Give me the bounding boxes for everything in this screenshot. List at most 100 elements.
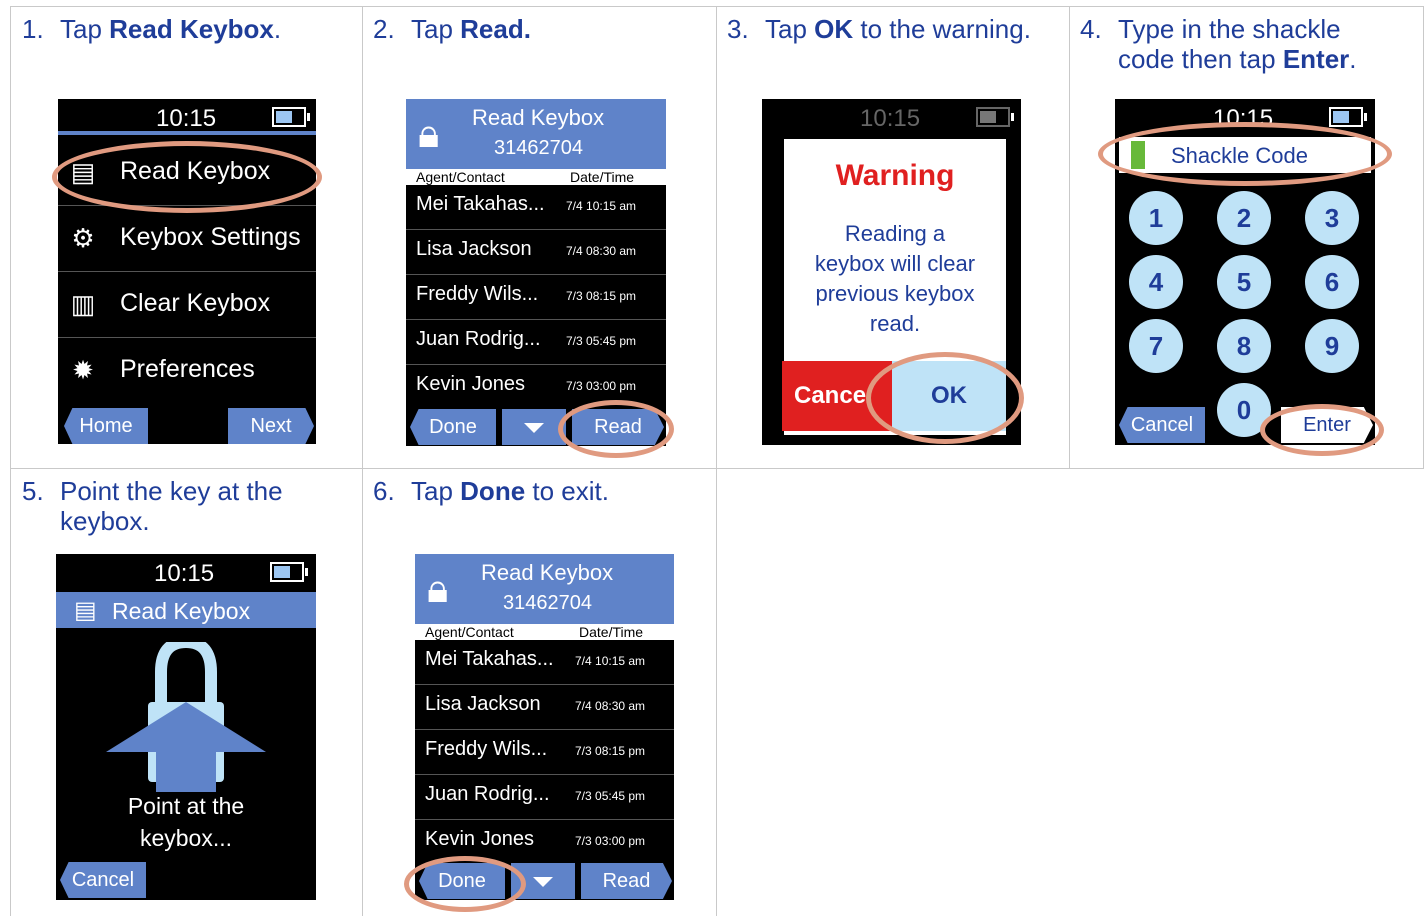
step-number: 1. — [22, 14, 44, 44]
menu-item-read-keybox[interactable]: ▤ Read Keybox — [58, 139, 316, 206]
point-message: Point at the keybox... — [56, 790, 316, 854]
keypad-key-3[interactable]: 3 — [1305, 191, 1359, 245]
step-text-line-2: code then tap Enter. — [1118, 44, 1357, 74]
table-row[interactable]: Mei Takahas... 7/4 10:15 am — [406, 185, 666, 230]
row-date: 7/4 10:15 am — [575, 654, 646, 668]
enter-button[interactable]: Enter — [1281, 407, 1373, 443]
table-row[interactable]: Lisa Jackson 7/4 08:30 am — [406, 230, 666, 275]
scroll-down-button[interactable] — [511, 863, 575, 899]
warning-title: Warning — [835, 159, 955, 192]
step-text-post: to exit. — [525, 476, 609, 506]
table-row[interactable]: Kevin Jones 7/3 03:00 pm — [415, 820, 674, 864]
table-row[interactable]: Freddy Wils... 7/3 08:15 pm — [406, 275, 666, 320]
step-text-bold: Enter — [1282, 44, 1350, 74]
keypad-key-9[interactable]: 9 — [1305, 319, 1359, 373]
menu-item-label: Clear Keybox — [120, 289, 271, 317]
table-row[interactable]: Juan Rodrig... 7/3 05:45 pm — [406, 320, 666, 365]
clock: 10:15 — [156, 105, 217, 132]
warning-line: read. — [869, 311, 921, 336]
read-button[interactable]: Read — [581, 863, 672, 899]
scroll-down-button[interactable] — [502, 409, 566, 445]
step-text: Tap Done to exit. — [411, 476, 609, 506]
menu-item-preferences[interactable]: ✹ Preferences — [58, 337, 316, 403]
shackle-code-field[interactable]: Shackle Code — [1119, 137, 1371, 173]
done-button[interactable]: Done — [419, 863, 505, 899]
col-agent-header: Agent/Contact — [416, 169, 505, 185]
row-date: 7/3 08:15 pm — [575, 744, 646, 758]
step-text-bold: OK — [814, 14, 854, 44]
read-button[interactable]: Read — [572, 409, 664, 445]
step-text-post: to the warning. — [853, 14, 1031, 44]
keypad-key-1[interactable]: 1 — [1129, 191, 1183, 245]
grid-col-line-2 — [716, 6, 717, 916]
menu-item-clear-keybox[interactable]: ▥ Clear Keybox — [58, 271, 316, 338]
warning-line: Reading a — [844, 221, 946, 246]
padlock-list-icon: 🔒︎ — [418, 112, 440, 156]
grid-col-line-1 — [362, 6, 363, 916]
trash-icon: ▥ — [70, 289, 96, 319]
row-name: Mei Takahas... — [425, 648, 554, 670]
screen-point-at-keybox: 10:15 ▤ Read Keybox Point at the keybox.… — [56, 554, 316, 900]
screen-read-keybox-done: 🔒︎ Read Keybox 31462704 Agent/Contact Da… — [415, 554, 674, 900]
table-row[interactable]: Juan Rodrig... 7/3 05:45 pm — [415, 775, 674, 820]
cancel-button[interactable]: Cancel — [60, 862, 146, 898]
warning-message: Reading a keybox will clear previous key… — [784, 219, 1006, 339]
keypad-key-8[interactable]: 8 — [1217, 319, 1271, 373]
step-text-pre: Tap — [765, 14, 815, 44]
cancel-button[interactable]: Cance — [782, 361, 892, 431]
row-date: 7/3 05:45 pm — [575, 789, 646, 803]
cancel-button[interactable]: Cancel — [1119, 407, 1205, 443]
gear-icon: ✹ — [72, 355, 94, 385]
screen-shackle-keypad: 10:15 Shackle Code 1 2 3 4 5 6 7 8 9 0 C… — [1115, 99, 1375, 445]
step-text-line-1: Point the key at the — [60, 476, 283, 506]
row-name: Lisa Jackson — [425, 693, 541, 715]
table-row[interactable]: Lisa Jackson 7/4 08:30 am — [415, 685, 674, 730]
keypad-key-0[interactable]: 0 — [1217, 383, 1271, 437]
row-date: 7/4 08:30 am — [575, 699, 646, 713]
keypad-key-2[interactable]: 2 — [1217, 191, 1271, 245]
step-text-pre: code then tap — [1118, 44, 1283, 74]
ok-button[interactable]: OK — [892, 361, 1006, 431]
grid-middle-line — [10, 468, 1424, 469]
keypad-key-4[interactable]: 4 — [1129, 255, 1183, 309]
menu-item-keybox-settings[interactable]: ⚙ Keybox Settings — [58, 205, 316, 272]
up-arrow-icon — [106, 702, 266, 792]
screen-read-keybox-list: 🔒︎ Read Keybox 31462704 Agent/Contact Da… — [406, 99, 666, 446]
chevron-down-icon — [533, 876, 553, 887]
column-headers: Agent/Contact Date/Time — [406, 169, 666, 185]
header-title: Read Keybox — [481, 560, 614, 585]
keypad-key-7[interactable]: 7 — [1129, 319, 1183, 373]
header-serial: 31462704 — [503, 592, 592, 614]
row-date: 7/4 08:30 am — [566, 244, 637, 258]
keypad-key-5[interactable]: 5 — [1217, 255, 1271, 309]
read-keybox-header: 🔒︎ Read Keybox 31462704 — [415, 554, 674, 624]
key-pointing-icon — [106, 642, 266, 792]
home-button[interactable]: Home — [64, 408, 148, 444]
row-name: Juan Rodrig... — [416, 328, 541, 350]
step-number: 2. — [373, 14, 395, 44]
keypad-key-6[interactable]: 6 — [1305, 255, 1359, 309]
table-row[interactable]: Kevin Jones 7/3 03:00 pm — [406, 365, 666, 409]
row-date: 7/3 08:15 pm — [566, 289, 637, 303]
step-text: Tap Read. — [411, 14, 531, 44]
warning-line: previous keybox — [815, 281, 975, 306]
keybox-list-icon: ▤ — [74, 597, 97, 624]
table-row[interactable]: Mei Takahas... 7/4 10:15 am — [415, 640, 674, 685]
step-text: Tap OK to the warning. — [765, 14, 1031, 44]
table-row[interactable]: Freddy Wils... 7/3 08:15 pm — [415, 730, 674, 775]
step-text-bold: Read. — [460, 14, 531, 44]
step-text-pre: Tap — [411, 476, 461, 506]
step-text-bold: Done — [460, 476, 526, 506]
next-button[interactable]: Next — [228, 408, 314, 444]
done-button[interactable]: Done — [410, 409, 496, 445]
status-bar-divider — [58, 131, 316, 135]
screen-main-menu: 10:15 ▤ Read Keybox ⚙ Keybox Settings ▥ … — [58, 99, 316, 444]
padlock-list-icon: 🔒︎ — [427, 567, 449, 611]
menu-item-label: Read Keybox — [120, 157, 271, 185]
grid-right-line — [1423, 6, 1424, 468]
header-title: Read Keybox — [472, 105, 605, 130]
row-name: Kevin Jones — [416, 373, 525, 395]
grid-left-line — [10, 6, 11, 916]
header-serial: 31462704 — [494, 137, 583, 159]
step-text-line-2: keybox. — [60, 506, 150, 536]
